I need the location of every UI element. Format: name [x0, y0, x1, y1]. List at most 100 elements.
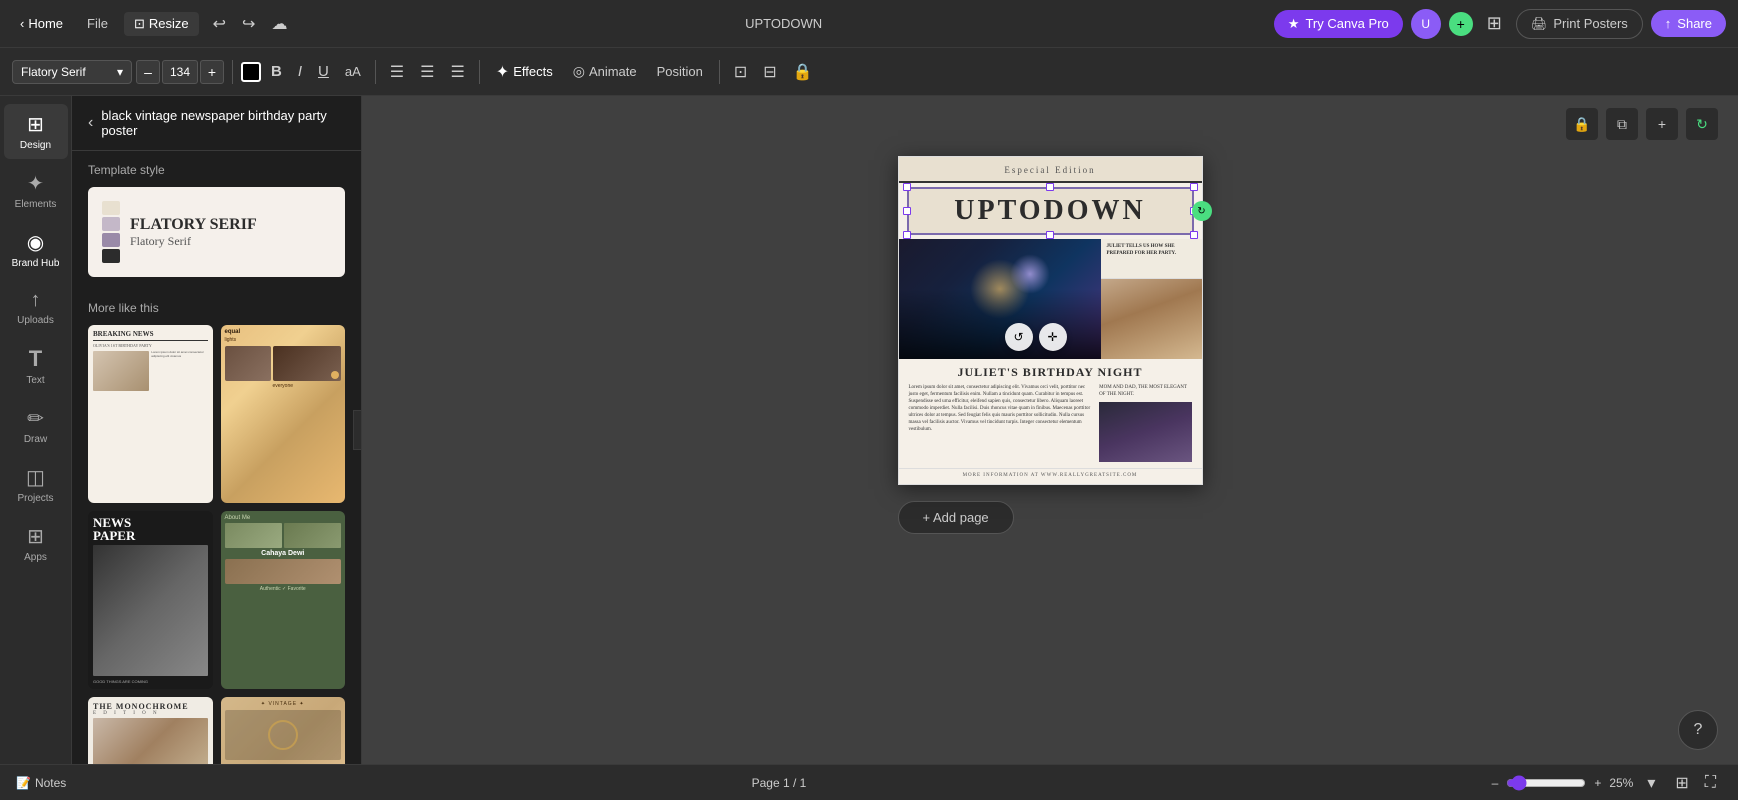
sidebar-item-text[interactable]: T Text: [4, 338, 68, 394]
thumb-2-imgs: [225, 346, 342, 381]
sidebar-item-elements[interactable]: ✦ Elements: [4, 163, 68, 218]
handle-br[interactable]: [1190, 231, 1198, 239]
add-page-button[interactable]: + Add page: [898, 501, 1014, 534]
refresh-canvas-button[interactable]: ↻: [1686, 108, 1718, 140]
handle-tm[interactable]: [1046, 183, 1054, 191]
poster-body: JULIET'S BIRTHDAY NIGHT Lorem ipsum dolo…: [899, 359, 1202, 468]
sidebar-item-uploads[interactable]: ↑ Uploads: [4, 281, 68, 334]
template-thumb-2[interactable]: equal lights everyone: [221, 325, 346, 503]
image-rotate-button[interactable]: ↺: [1005, 323, 1033, 351]
zoom-slider[interactable]: [1506, 775, 1586, 791]
template-thumb-3[interactable]: NEWSPAPER GOOD THINGS ARE COMING: [88, 511, 213, 689]
try-canva-button[interactable]: ★ Try Canva Pro: [1274, 10, 1403, 38]
print-posters-button[interactable]: 🖨 Print Posters: [1516, 9, 1643, 39]
sidebar-item-projects[interactable]: ◫ Projects: [4, 457, 68, 512]
share-button[interactable]: ↑ Share: [1651, 10, 1726, 37]
handle-tl[interactable]: [903, 183, 911, 191]
copy-canvas-button[interactable]: ⧉: [1606, 108, 1638, 140]
panel-title: black vintage newspaper birthday party p…: [101, 108, 345, 138]
side-headline-text: JULIET TELLS US HOW SHE PREPARED FOR HER…: [1107, 243, 1196, 257]
thumb-3-title: NEWSPAPER: [93, 516, 208, 542]
template-thumb-5[interactable]: THE Monochrome E D I T I O N 2022 ▪ SPEC…: [88, 697, 213, 764]
file-button[interactable]: File: [79, 12, 116, 35]
expand-view-button[interactable]: ⛶: [1699, 769, 1722, 797]
thumb-5-title: THE Monochrome: [93, 702, 208, 712]
thumb-2-label1: equal: [225, 329, 342, 335]
underline-button[interactable]: U: [312, 59, 335, 84]
notes-button[interactable]: 📝 Notes: [16, 776, 66, 790]
transparency-button[interactable]: ⊡: [728, 58, 753, 86]
template-thumb-6[interactable]: ✦ VINTAGE ✦: [221, 697, 346, 764]
print-label: Print Posters: [1553, 16, 1627, 31]
text-color-picker[interactable]: [241, 62, 261, 82]
home-button[interactable]: ‹ Home: [12, 12, 71, 35]
font-size-input[interactable]: [162, 60, 198, 84]
rotate-indicator[interactable]: ↻: [1192, 201, 1212, 221]
dropdown-chevron-icon: ▾: [117, 65, 123, 79]
line-spacing-button[interactable]: ☰: [444, 58, 470, 86]
avatar[interactable]: U: [1411, 9, 1441, 39]
zoom-dropdown-button[interactable]: ▾: [1641, 769, 1661, 797]
panel-back-button[interactable]: ‹: [88, 114, 93, 132]
crop-button[interactable]: ⊟: [757, 58, 782, 86]
help-button[interactable]: ?: [1678, 710, 1718, 750]
poster-title-container[interactable]: UPTODOWN ↻: [907, 187, 1194, 235]
align-list-button[interactable]: ☰: [414, 58, 440, 86]
template-thumb-4[interactable]: About Me Cahaya Dewi Authentic ✓ Favorit…: [221, 511, 346, 689]
swatch-4: [102, 249, 120, 263]
add-collaborator-button[interactable]: +: [1449, 12, 1473, 36]
thumb-1-img: [93, 351, 149, 391]
image-reposition-button[interactable]: ✛: [1039, 323, 1067, 351]
resize-button[interactable]: ⊡ Resize: [124, 12, 199, 36]
handle-bl[interactable]: [903, 231, 911, 239]
align-left-button[interactable]: ☰: [384, 58, 410, 86]
canvas-wrapper: Especial Edition UPTODOWN: [898, 156, 1203, 534]
cloud-save-button[interactable]: ☁: [265, 10, 293, 38]
font-selector[interactable]: Flatory Serif ▾: [12, 60, 132, 84]
text-case-button[interactable]: aA: [339, 60, 367, 83]
lock-button[interactable]: 🔒: [787, 58, 819, 86]
thumb-6-circle: [225, 710, 342, 760]
italic-button[interactable]: I: [292, 59, 308, 84]
template-thumb-1[interactable]: BREAKING NEWS OLIVIA'S 1ST BIRTHDAY PART…: [88, 325, 213, 503]
sidebar-item-brand-hub[interactable]: ◉ Brand Hub: [4, 222, 68, 277]
star-icon: ★: [1288, 16, 1300, 32]
panel-header: ‹ black vintage newspaper birthday party…: [72, 96, 361, 151]
chevron-left-icon: ‹: [20, 16, 24, 31]
decrease-font-size-button[interactable]: –: [136, 60, 160, 84]
lock-canvas-button[interactable]: 🔒: [1566, 108, 1598, 140]
sidebar-item-draw-label: Draw: [24, 434, 47, 445]
add-page-top-button[interactable]: +: [1646, 108, 1678, 140]
handle-ml[interactable]: [903, 207, 911, 215]
redo-button[interactable]: ↪: [236, 10, 261, 38]
bold-button[interactable]: B: [265, 59, 288, 84]
effects-label: Effects: [513, 64, 553, 79]
canvas-area: 🔒 ⧉ + ↻ Especial Edition UPTODOWN: [362, 96, 1738, 764]
template-preview-card[interactable]: FLATORY SERIF Flatory Serif: [88, 187, 345, 277]
thumb-5-img: [93, 718, 208, 764]
animate-label: Animate: [589, 64, 637, 79]
animate-button[interactable]: ◎ Animate: [565, 59, 645, 84]
sidebar-item-draw[interactable]: ✏ Draw: [4, 398, 68, 453]
sparkle-effect: [1010, 254, 1050, 294]
panel-collapse-button[interactable]: ‹: [353, 410, 362, 450]
handle-tr[interactable]: [1190, 183, 1198, 191]
sidebar-item-apps[interactable]: ⊞ Apps: [4, 516, 68, 571]
position-button[interactable]: Position: [649, 60, 711, 83]
grid-view-button[interactable]: ⊞: [1669, 769, 1694, 797]
poster-title-box[interactable]: UPTODOWN: [907, 187, 1194, 235]
analytics-button[interactable]: ⊞: [1481, 9, 1508, 38]
sidebar-item-projects-label: Projects: [17, 493, 53, 504]
sidebar-item-design[interactable]: ⊞ Design: [4, 104, 68, 159]
thumb-4-img1: [225, 523, 282, 548]
handle-bm[interactable]: [1046, 231, 1054, 239]
thumb-4-photo: [225, 559, 342, 584]
poster-right-text: MOM AND DAD, THE MOST ELEGANT OF THE NIG…: [1099, 384, 1191, 398]
draw-icon: ✏: [27, 406, 44, 431]
effects-button[interactable]: ✦ Effects: [488, 58, 561, 86]
thumb-1-title: BREAKING NEWS: [93, 330, 208, 341]
undo-button[interactable]: ↩: [207, 10, 232, 38]
poster-footer-text: MORE INFORMATION AT WWW.REALLYGREATSITE.…: [899, 468, 1202, 484]
increase-font-size-button[interactable]: +: [200, 60, 224, 84]
poster-side-content: JULIET TELLS US HOW SHE PREPARED FOR HER…: [1101, 239, 1202, 359]
